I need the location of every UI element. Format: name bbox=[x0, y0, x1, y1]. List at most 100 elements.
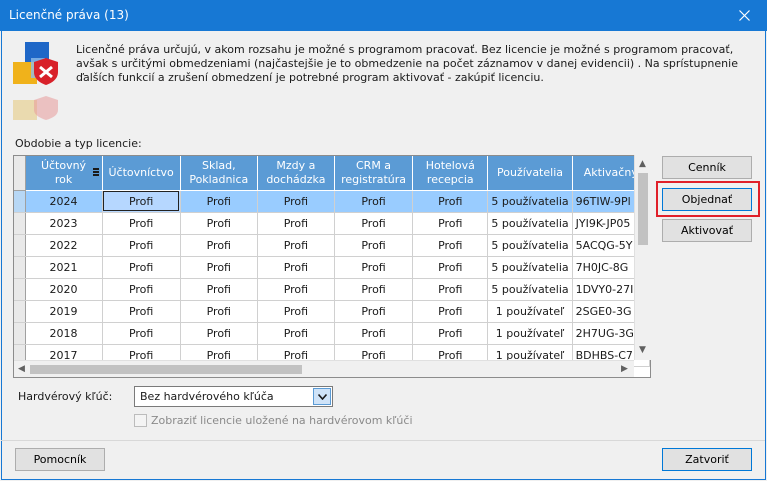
table-cell[interactable]: Profi bbox=[334, 322, 414, 345]
row-header-cell[interactable] bbox=[14, 212, 26, 235]
close-button[interactable] bbox=[721, 0, 767, 31]
table-cell[interactable]: Profi bbox=[334, 278, 414, 301]
table-cell[interactable]: Profi bbox=[102, 234, 181, 257]
table-cell[interactable]: Profi bbox=[257, 278, 335, 301]
column-header[interactable]: CRM a registratúra bbox=[334, 156, 414, 191]
table-cell[interactable]: Profi bbox=[412, 212, 489, 235]
table-cell[interactable]: Profi bbox=[102, 212, 181, 235]
table-cell[interactable]: Profi bbox=[412, 300, 489, 323]
table-row[interactable]: 2024 Profi Profi Profi Profi Profi 5 používate… bbox=[14, 190, 650, 213]
table-cell[interactable]: Profi bbox=[412, 256, 489, 279]
table-cell[interactable]: 5 používatelia bbox=[487, 278, 573, 301]
column-header[interactable]: Mzdy a dochádzka bbox=[257, 156, 335, 191]
pomocnik-button[interactable]: Pomocník bbox=[15, 448, 105, 471]
table-cell[interactable]: Profi bbox=[180, 234, 258, 257]
hardware-key-select[interactable]: Bez hardvérového kľúča bbox=[134, 386, 333, 407]
filter-icon-bar bbox=[92, 168, 99, 170]
hardware-key-value: Bez hardvérového kľúča bbox=[140, 390, 274, 403]
license-grid[interactable]: Účtovný rok Účtovníctvo Sklad, Pokladnica Mzd… bbox=[13, 155, 651, 378]
table-cell[interactable]: 2020 bbox=[25, 278, 103, 301]
close-icon bbox=[738, 10, 750, 21]
table-cell[interactable]: Profi bbox=[180, 256, 258, 279]
grid-label: Obdobie a typ licencie: bbox=[15, 137, 142, 150]
table-row[interactable]: 2019 Profi Profi Profi Profi Profi 1 používate… bbox=[14, 300, 650, 323]
table-cell[interactable]: 2024 bbox=[25, 190, 103, 213]
footer-divider bbox=[1, 440, 765, 441]
column-header[interactable]: Používatelia bbox=[487, 156, 573, 191]
table-row[interactable]: 2022 Profi Profi Profi Profi Profi 5 používate… bbox=[14, 234, 650, 257]
horizontal-scrollbar[interactable]: ◀ ▶ bbox=[14, 360, 634, 377]
table-cell[interactable]: Profi bbox=[412, 190, 489, 213]
table-cell[interactable]: Profi bbox=[180, 322, 258, 345]
show-hw-licenses-checkbox[interactable] bbox=[134, 414, 147, 427]
table-cell[interactable]: Profi bbox=[257, 322, 335, 345]
row-header-cell[interactable] bbox=[14, 256, 26, 279]
table-cell[interactable]: Profi bbox=[257, 300, 335, 323]
table-cell[interactable]: Profi bbox=[257, 212, 335, 235]
table-cell[interactable]: 5 používatelia bbox=[487, 190, 573, 213]
row-header-cell[interactable] bbox=[14, 190, 26, 213]
table-cell[interactable]: 2021 bbox=[25, 256, 103, 279]
table-row[interactable]: 2018 Profi Profi Profi Profi Profi 1 používate… bbox=[14, 322, 650, 345]
row-header-cell[interactable] bbox=[14, 234, 26, 257]
column-header-line2: registratúra bbox=[341, 172, 407, 186]
column-header[interactable]: Sklad, Pokladnica bbox=[180, 156, 258, 191]
horizontal-scroll-thumb[interactable] bbox=[30, 365, 302, 374]
table-cell[interactable]: Profi bbox=[102, 256, 181, 279]
table-cell[interactable]: Profi bbox=[257, 256, 335, 279]
table-cell[interactable]: Profi bbox=[180, 212, 258, 235]
row-header-cell[interactable] bbox=[14, 278, 26, 301]
table-cell[interactable]: 2018 bbox=[25, 322, 103, 345]
table-cell[interactable]: Profi bbox=[180, 300, 258, 323]
column-header-line2: recepcia bbox=[426, 172, 474, 186]
table-cell[interactable]: 2022 bbox=[25, 234, 103, 257]
table-cell[interactable]: Profi bbox=[334, 300, 414, 323]
cennik-button[interactable]: Cenník bbox=[662, 156, 752, 179]
table-cell[interactable]: Profi bbox=[334, 212, 414, 235]
table-cell[interactable]: Profi bbox=[102, 322, 181, 345]
table-cell[interactable]: 5 používatelia bbox=[487, 234, 573, 257]
table-cell[interactable]: 5 používatelia bbox=[487, 256, 573, 279]
table-cell[interactable]: 2019 bbox=[25, 300, 103, 323]
column-header[interactable]: Hotelová recepcia bbox=[412, 156, 489, 191]
table-cell[interactable]: 1 používateľ bbox=[487, 300, 573, 323]
scroll-down-icon[interactable]: ▼ bbox=[639, 346, 646, 355]
show-hw-licenses-label: Zobraziť licencie uložené na hardvérovom… bbox=[151, 414, 413, 427]
column-filter-icon[interactable] bbox=[92, 168, 99, 178]
aktivovat-button[interactable]: Aktivovať bbox=[662, 219, 752, 242]
table-cell[interactable]: Profi bbox=[102, 278, 181, 301]
dropdown-button[interactable] bbox=[313, 388, 331, 405]
table-cell[interactable]: 5 používatelia bbox=[487, 212, 573, 235]
zatvorit-button[interactable]: Zatvoriť bbox=[662, 448, 752, 471]
table-cell[interactable]: Profi bbox=[412, 278, 489, 301]
vertical-scrollbar[interactable]: ▲ ▼ bbox=[634, 155, 651, 360]
hardware-key-label: Hardvérový kľúč: bbox=[18, 390, 113, 403]
table-cell[interactable]: Profi bbox=[334, 256, 414, 279]
scroll-left-icon[interactable]: ◀ bbox=[18, 365, 25, 374]
table-cell[interactable]: Profi bbox=[257, 234, 335, 257]
table-cell[interactable]: Profi bbox=[334, 190, 414, 213]
table-row[interactable]: 2023 Profi Profi Profi Profi Profi 5 používate… bbox=[14, 212, 650, 235]
chevron-down-icon bbox=[317, 393, 327, 400]
column-header-line2: rok bbox=[54, 172, 73, 186]
table-cell[interactable]: Profi bbox=[412, 234, 489, 257]
column-header[interactable]: Účtovníctvo bbox=[102, 156, 181, 191]
table-cell[interactable]: Profi bbox=[257, 190, 335, 213]
table-row[interactable]: 2020 Profi Profi Profi Profi Profi 5 používate… bbox=[14, 278, 650, 301]
scroll-right-icon[interactable]: ▶ bbox=[621, 365, 628, 374]
vertical-scroll-thumb[interactable] bbox=[638, 173, 648, 245]
row-header-cell[interactable] bbox=[14, 300, 26, 323]
column-header[interactable]: Účtovný rok bbox=[25, 156, 103, 191]
table-cell[interactable]: Profi bbox=[102, 190, 181, 213]
table-cell[interactable]: 2023 bbox=[25, 212, 103, 235]
table-cell[interactable]: Profi bbox=[334, 234, 414, 257]
table-cell[interactable]: Profi bbox=[102, 300, 181, 323]
table-row[interactable]: 2021 Profi Profi Profi Profi Profi 5 používate… bbox=[14, 256, 650, 279]
objednat-button[interactable]: Objednať bbox=[662, 188, 752, 211]
scroll-up-icon[interactable]: ▲ bbox=[639, 160, 646, 169]
table-cell[interactable]: Profi bbox=[412, 322, 489, 345]
table-cell[interactable]: 1 používateľ bbox=[487, 322, 573, 345]
table-cell[interactable]: Profi bbox=[180, 278, 258, 301]
table-cell[interactable]: Profi bbox=[180, 190, 258, 213]
row-header-cell[interactable] bbox=[14, 322, 26, 345]
